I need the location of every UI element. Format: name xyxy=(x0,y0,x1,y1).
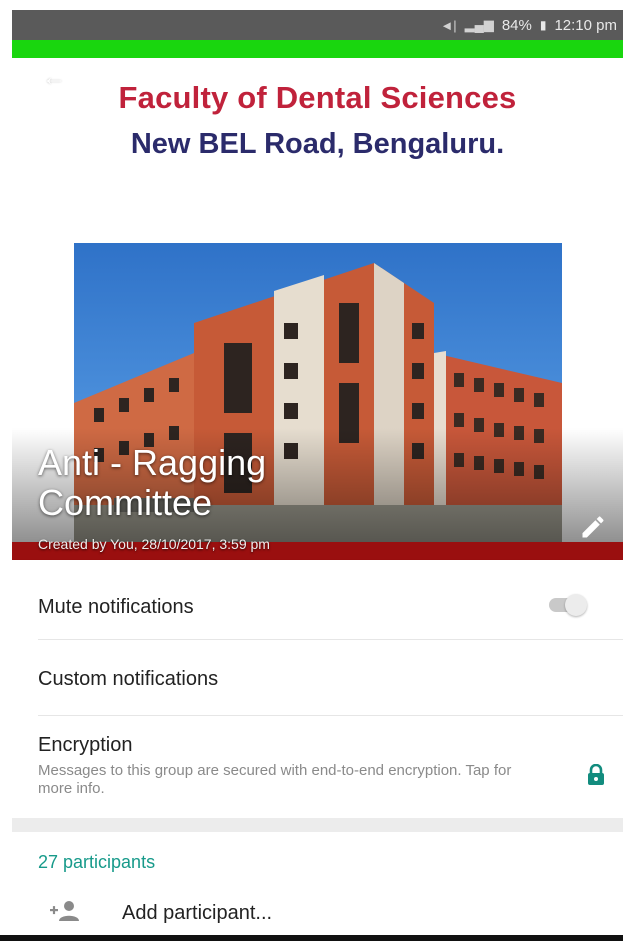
add-participant-label: Add participant... xyxy=(122,902,273,924)
back-arrow-icon[interactable]: ← xyxy=(42,64,72,91)
add-person-icon xyxy=(50,900,82,922)
encryption-label: Encryption xyxy=(38,734,133,756)
mute-notifications-row[interactable]: Mute notifications xyxy=(38,560,623,640)
section-divider xyxy=(12,818,623,832)
signal-icon: ▂▄▆ xyxy=(464,17,494,32)
participants-count: 27 participants xyxy=(38,852,156,872)
college-address: New BEL Road, Bengaluru. xyxy=(130,128,505,160)
header-accent-strip xyxy=(12,40,623,58)
mute-icon: ◄| xyxy=(440,17,457,33)
encryption-description: Messages to this group are secured with … xyxy=(38,762,512,797)
group-name[interactable]: Anti - Ragging Committee xyxy=(38,443,398,523)
group-settings-card: Mute notifications Custom notifications … xyxy=(12,560,623,818)
battery-icon: ▮ xyxy=(539,18,547,32)
participants-section: 27 participants Add participant... xyxy=(12,832,623,941)
group-header[interactable]: Faculty of Dental Sciences New BEL Road,… xyxy=(12,58,623,560)
group-created-by: Created by You, 28/10/2017, 3:59 pm xyxy=(38,536,270,552)
group-info-screen: ◄| ▂▄▆ 84% ▮ 12:10 pm Faculty of Dental … xyxy=(12,0,623,941)
system-nav-bar xyxy=(0,935,623,941)
status-bar: ◄| ▂▄▆ 84% ▮ 12:10 pm xyxy=(12,10,623,40)
custom-notifications-row[interactable]: Custom notifications xyxy=(38,640,623,716)
mute-notifications-label: Mute notifications xyxy=(38,596,194,618)
encryption-row[interactable]: Encryption Messages to this group are se… xyxy=(38,716,623,818)
add-participant-row[interactable]: Add participant... xyxy=(38,894,598,934)
battery-percent: 84% xyxy=(501,16,532,34)
clock: 12:10 pm xyxy=(554,16,617,34)
edit-pencil-icon[interactable] xyxy=(579,513,607,541)
college-name: Faculty of Dental Sciences xyxy=(118,80,517,115)
add-contact-icon[interactable] xyxy=(577,64,611,88)
lock-icon xyxy=(587,763,605,786)
mute-notifications-toggle[interactable] xyxy=(549,594,587,616)
custom-notifications-label: Custom notifications xyxy=(38,668,219,690)
